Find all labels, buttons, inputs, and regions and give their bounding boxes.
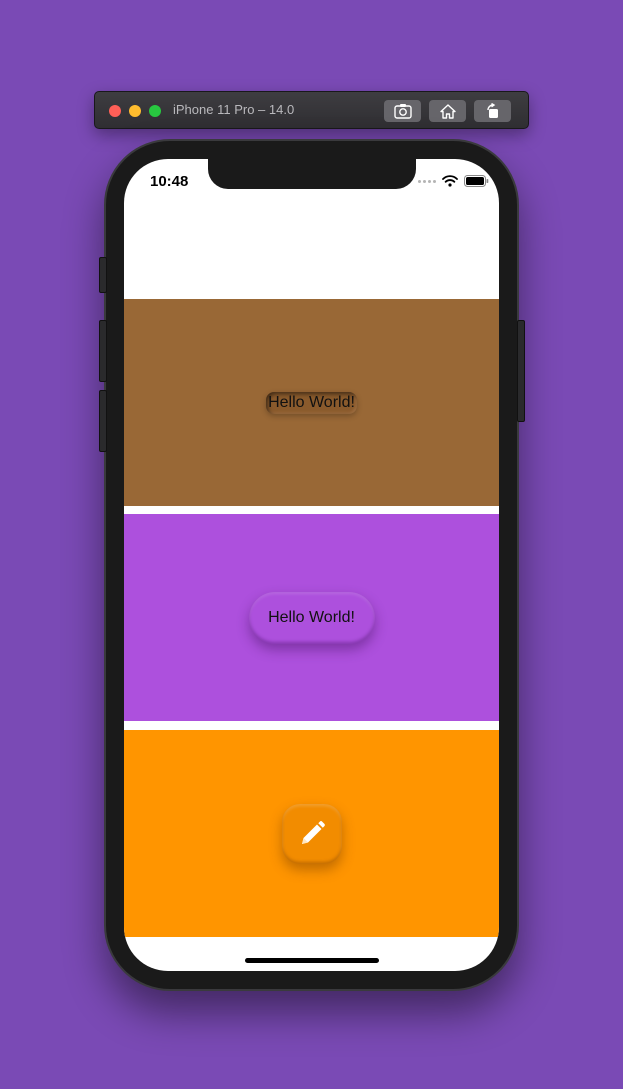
edit-button[interactable]	[281, 803, 342, 864]
status-time: 10:48	[150, 173, 189, 190]
wifi-icon	[442, 175, 458, 187]
screenshot-camera-icon	[393, 104, 412, 119]
hello-world-raised-button[interactable]: Hello World!	[248, 591, 375, 644]
power-button	[517, 320, 525, 422]
purple-panel: Hello World!	[124, 514, 499, 721]
notch	[208, 159, 416, 189]
battery-icon	[464, 175, 489, 187]
home-indicator[interactable]	[245, 958, 379, 963]
status-icons	[418, 175, 489, 187]
pencil-icon	[301, 820, 325, 844]
home-icon	[439, 103, 456, 119]
hello-world-inset-button[interactable]: Hello World!	[266, 391, 357, 414]
screenshot-button[interactable]	[384, 100, 421, 122]
brown-panel: Hello World!	[124, 299, 499, 506]
rotate-icon	[486, 103, 498, 118]
rotate-button[interactable]	[474, 100, 511, 122]
home-button[interactable]	[429, 100, 466, 122]
minimize-window-button[interactable]	[129, 105, 141, 117]
close-window-button[interactable]	[109, 105, 121, 117]
cellular-signal-icon	[418, 179, 436, 183]
volume-up-button	[99, 320, 107, 382]
mute-switch	[99, 257, 107, 293]
zoom-window-button[interactable]	[149, 105, 161, 117]
volume-down-button	[99, 390, 107, 452]
simulator-title: iPhone 11 Pro – 14.0	[173, 102, 295, 117]
simulator-title-bar: iPhone 11 Pro – 14.0	[94, 91, 529, 129]
device-screen: 10:48 Hello World! Hello World!	[124, 159, 499, 971]
orange-panel	[124, 730, 499, 937]
